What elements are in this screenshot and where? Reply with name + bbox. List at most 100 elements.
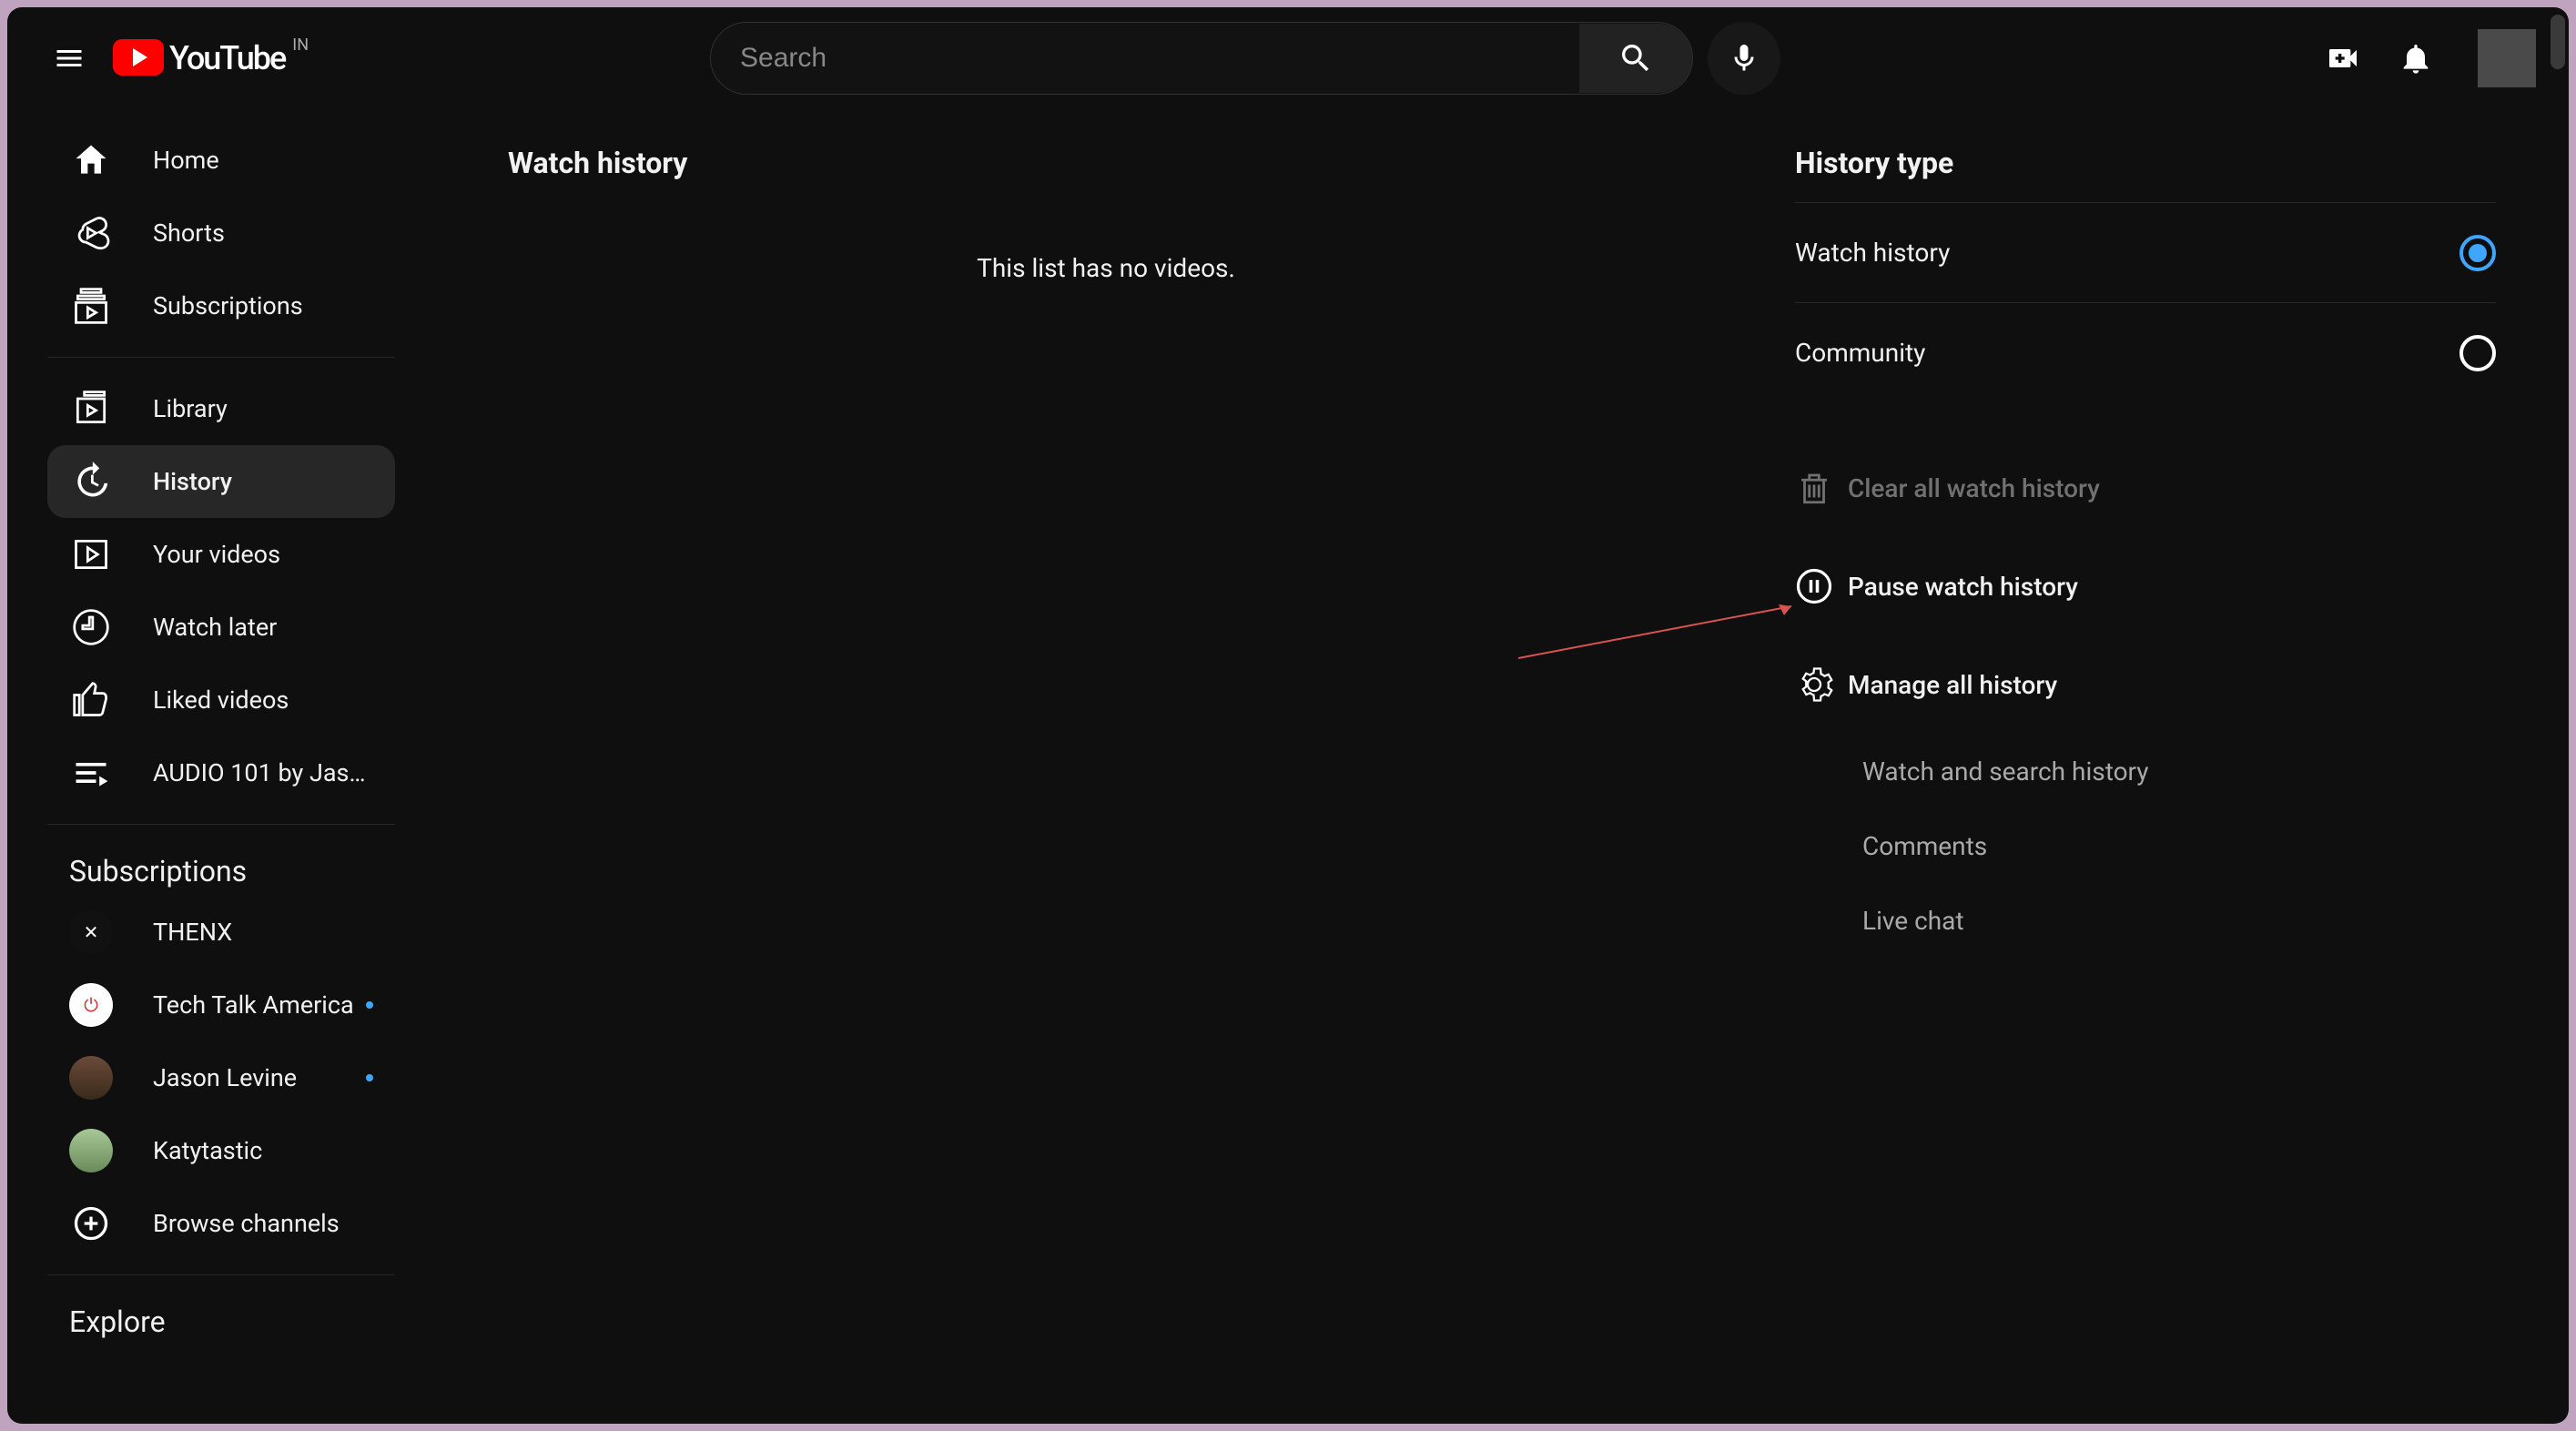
action-label: Pause watch history [1848, 572, 2078, 602]
bell-icon [2398, 40, 2434, 76]
microphone-icon [1728, 42, 1760, 75]
create-button[interactable] [2317, 33, 2368, 84]
sidebar-section-explore: Explore [47, 1275, 395, 1361]
main-left: Watch history This list has no videos. [508, 146, 1795, 1424]
body: Home Shorts Subscriptions Library [7, 109, 2569, 1424]
gear-icon [1795, 665, 1833, 704]
sub-action-watch-search[interactable]: Watch and search history [1795, 734, 2496, 808]
search-icon [1618, 40, 1654, 76]
menu-button[interactable] [47, 36, 91, 80]
panel-title: History type [1795, 146, 2496, 180]
page-title: Watch history [508, 146, 1795, 180]
right-panel: History type Watch history Community Cle… [1795, 146, 2514, 1424]
sidebar-item-label: Library [153, 394, 373, 423]
sub-action-comments[interactable]: Comments [1795, 808, 2496, 883]
header-left: YouTube IN [36, 36, 473, 80]
sidebar-section-library: Library History Your videos Watch later … [47, 358, 395, 825]
sub-action-live-chat[interactable]: Live chat [1795, 883, 2496, 958]
radio-button-selected [2459, 235, 2496, 271]
voice-search-button[interactable] [1708, 22, 1780, 95]
sidebar-item-label: Home [153, 146, 373, 175]
new-content-dot [366, 1074, 373, 1081]
channel-avatar [69, 1129, 113, 1172]
sidebar-item-label: Shorts [153, 218, 373, 248]
sidebar-item-label: History [153, 467, 373, 496]
manage-history-button[interactable]: Manage all history [1795, 635, 2496, 734]
trash-icon [1795, 469, 1833, 507]
logo-text: YouTube [169, 39, 285, 77]
sidebar-channel-techtalk[interactable]: ⏻ Tech Talk America [47, 969, 395, 1041]
search-input[interactable] [711, 23, 1579, 94]
sidebar-item-subscriptions[interactable]: Subscriptions [47, 269, 395, 342]
channel-label: THENX [153, 918, 373, 947]
scrollbar[interactable] [2551, 15, 2565, 69]
shorts-icon [69, 211, 113, 255]
sidebar-item-label: Browse channels [153, 1209, 373, 1238]
sidebar-section-subscriptions: Subscriptions ✕ THENX ⏻ Tech Talk Americ… [47, 825, 395, 1275]
sidebar-item-label: Liked videos [153, 685, 373, 715]
header: YouTube IN [7, 7, 2569, 109]
sidebar-item-your-videos[interactable]: Your videos [47, 518, 395, 591]
sidebar-item-liked-videos[interactable]: Liked videos [47, 664, 395, 736]
action-label: Clear all watch history [1848, 473, 2100, 503]
subscriptions-icon [69, 284, 113, 328]
sidebar-channel-jason[interactable]: Jason Levine [47, 1041, 395, 1114]
sidebar-item-library[interactable]: Library [47, 372, 395, 445]
sidebar-channel-katy[interactable]: Katytastic [47, 1114, 395, 1187]
search-button[interactable] [1579, 24, 1692, 93]
sidebar: Home Shorts Subscriptions Library [7, 109, 435, 1424]
history-type-watch[interactable]: Watch history [1795, 202, 2496, 302]
sidebar-item-label: Watch later [153, 613, 373, 642]
radio-button [2459, 335, 2496, 371]
header-center [710, 22, 1780, 95]
notifications-button[interactable] [2390, 33, 2441, 84]
pause-circle-icon [1795, 567, 1833, 605]
explore-title: Explore [47, 1290, 395, 1346]
sidebar-item-browse-channels[interactable]: Browse channels [47, 1187, 395, 1260]
youtube-icon [113, 39, 164, 76]
search-box [710, 22, 1693, 95]
action-list: Clear all watch history Pause watch hist… [1795, 439, 2496, 958]
avatar[interactable] [2478, 29, 2536, 87]
new-content-dot [366, 1001, 373, 1009]
sidebar-section-primary: Home Shorts Subscriptions [47, 109, 395, 358]
history-type-community[interactable]: Community [1795, 302, 2496, 402]
channel-avatar: ✕ [69, 910, 113, 954]
sidebar-item-watch-later[interactable]: Watch later [47, 591, 395, 664]
yourvideos-icon [69, 533, 113, 576]
channel-label: Katytastic [153, 1136, 373, 1165]
empty-message: This list has no videos. [417, 253, 1795, 283]
channel-label: Jason Levine [153, 1063, 366, 1092]
sidebar-item-label: AUDIO 101 by Jaso… [153, 758, 373, 787]
subscriptions-title: Subscriptions [47, 839, 395, 896]
sidebar-item-home[interactable]: Home [47, 124, 395, 197]
channel-avatar [69, 1056, 113, 1100]
app-window: YouTube IN [7, 7, 2569, 1424]
clock-icon [69, 605, 113, 649]
create-icon [2325, 40, 2361, 76]
clear-history-button[interactable]: Clear all watch history [1795, 439, 2496, 537]
playlist-icon [69, 751, 113, 795]
radio-label: Watch history [1795, 238, 1950, 268]
sidebar-channel-thenx[interactable]: ✕ THENX [47, 896, 395, 969]
sidebar-item-label: Subscriptions [153, 291, 373, 320]
sidebar-item-history[interactable]: History [47, 445, 395, 518]
sidebar-item-shorts[interactable]: Shorts [47, 197, 395, 269]
channel-label: Tech Talk America [153, 990, 366, 1020]
header-right [2317, 29, 2540, 87]
thumbs-up-icon [69, 678, 113, 722]
action-label: Manage all history [1848, 670, 2057, 700]
channel-avatar: ⏻ [69, 983, 113, 1027]
sidebar-item-label: Your videos [153, 540, 373, 569]
logo[interactable]: YouTube IN [113, 39, 309, 77]
library-icon [69, 387, 113, 431]
pause-history-button[interactable]: Pause watch history [1795, 537, 2496, 635]
plus-circle-icon [69, 1202, 113, 1245]
home-icon [69, 138, 113, 182]
radio-label: Community [1795, 338, 1925, 368]
sidebar-item-playlist[interactable]: AUDIO 101 by Jaso… [47, 736, 395, 809]
history-icon [69, 460, 113, 503]
country-code: IN [292, 36, 309, 55]
main-content: Watch history This list has no videos. H… [435, 109, 2569, 1424]
hamburger-icon [53, 42, 86, 75]
